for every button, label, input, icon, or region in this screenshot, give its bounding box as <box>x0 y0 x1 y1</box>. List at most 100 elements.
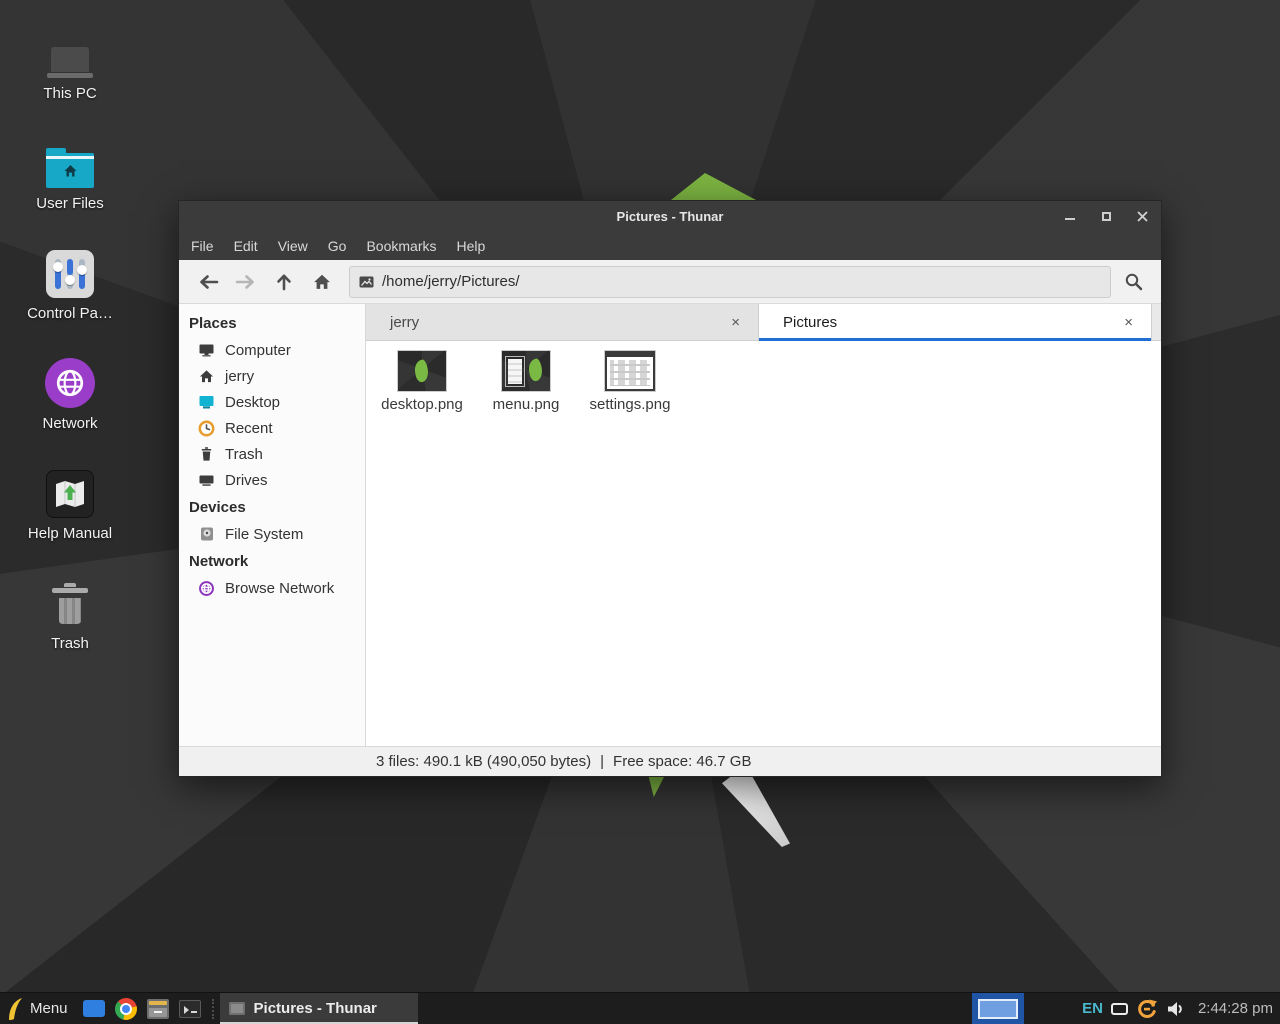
home-button[interactable] <box>303 265 341 299</box>
file-desktop-png[interactable]: desktop.png <box>374 351 470 413</box>
workspace-switcher[interactable] <box>972 993 1024 1024</box>
wallpaper-leaf-top <box>658 173 758 200</box>
desktop-icon-trash[interactable]: Trash <box>10 572 130 652</box>
sidebar-header-places: Places <box>179 309 365 337</box>
clock[interactable]: 2:44:28 pm <box>1198 1000 1273 1017</box>
slider-fill <box>67 259 73 275</box>
folder-shape <box>46 148 94 188</box>
archive-drawer <box>149 1008 167 1017</box>
menu-edit[interactable]: Edit <box>224 233 268 259</box>
menu-file[interactable]: File <box>181 233 224 259</box>
globe-glyph <box>54 367 86 399</box>
file-manager-icon <box>83 1000 105 1017</box>
forward-icon <box>235 274 257 290</box>
maximize-button[interactable] <box>1097 207 1115 225</box>
tab-close-icon[interactable]: × <box>1122 314 1135 331</box>
menu-view[interactable]: View <box>268 233 318 259</box>
minimize-button[interactable] <box>1061 207 1079 225</box>
close-icon <box>1137 211 1148 222</box>
volume-icon[interactable] <box>1166 1000 1186 1018</box>
close-button[interactable] <box>1133 207 1151 225</box>
chrome-launcher[interactable] <box>114 996 138 1022</box>
map-box <box>46 470 94 518</box>
menu-button[interactable]: Menu <box>30 1000 68 1017</box>
up-button[interactable] <box>265 265 303 299</box>
back-icon <box>197 274 219 290</box>
search-icon <box>1124 272 1143 291</box>
slider-track <box>67 259 73 289</box>
sidebar-item-recent[interactable]: Recent <box>179 415 365 441</box>
tab-close-icon[interactable]: × <box>729 314 742 331</box>
minimize-icon <box>1065 218 1075 220</box>
laptop-screen <box>51 47 89 72</box>
tab-jerry[interactable]: jerry × <box>366 304 759 341</box>
sidebar-header-devices: Devices <box>179 493 365 521</box>
search-button[interactable] <box>1115 265 1151 299</box>
tab-bar: jerry × Pictures × <box>366 304 1161 341</box>
display-icon[interactable] <box>1111 1003 1128 1015</box>
archive-launcher[interactable] <box>146 996 170 1022</box>
trash-can-icon <box>52 572 88 628</box>
titlebar[interactable]: Pictures - Thunar <box>179 201 1161 231</box>
laptop-icon <box>47 22 93 78</box>
toolbar: /home/jerry/Pictures/ <box>179 260 1161 304</box>
menu-thumbnail <box>502 351 550 391</box>
desktop-icon-label: User Files <box>36 195 104 212</box>
desktop-icon-label: Trash <box>51 635 89 652</box>
task-button-thunar[interactable]: Pictures - Thunar <box>220 993 418 1024</box>
sidebar-item-label: Desktop <box>225 394 280 411</box>
help-manual-icon <box>46 462 94 518</box>
window-controls <box>1061 201 1151 231</box>
desktop-icon-this-pc[interactable]: This PC <box>10 22 130 102</box>
system-tray: EN 2:44:28 pm <box>1082 998 1280 1020</box>
tab-pictures[interactable]: Pictures × <box>759 304 1152 341</box>
desktop-icon-help-manual[interactable]: Help Manual <box>10 462 130 542</box>
desktop-icon-network[interactable]: Network <box>10 352 130 432</box>
sidebar-item-label: Trash <box>225 446 263 463</box>
filesystem-icon <box>198 526 215 543</box>
workspace-1[interactable] <box>978 999 1018 1019</box>
archive-handle <box>154 1011 162 1013</box>
forward-button[interactable] <box>227 265 265 299</box>
home-glyph <box>62 163 79 179</box>
sidebar-item-jerry[interactable]: jerry <box>179 363 365 389</box>
sidebar-item-browse-network[interactable]: Browse Network <box>179 575 365 601</box>
file-settings-png[interactable]: settings.png <box>582 351 678 413</box>
desktop-icon-user-files[interactable]: User Files <box>10 132 130 212</box>
globe-circle <box>45 358 95 408</box>
menu-bookmarks[interactable]: Bookmarks <box>356 233 446 259</box>
sidebar: Places Computer jerry Desktop Recent Tra… <box>179 304 366 746</box>
update-icon[interactable] <box>1136 998 1158 1020</box>
sidebar-item-computer[interactable]: Computer <box>179 337 365 363</box>
sidebar-item-trash[interactable]: Trash <box>179 441 365 467</box>
terminal-launcher[interactable] <box>178 996 202 1022</box>
tab-label: jerry <box>390 314 729 331</box>
archive-folders <box>149 1001 167 1005</box>
slider-knob <box>65 275 75 285</box>
file-view[interactable]: desktop.png menu.png settings.png <box>366 341 1161 746</box>
path-text[interactable]: /home/jerry/Pictures/ <box>382 273 520 290</box>
thumbnail-menu-panel <box>505 356 525 387</box>
sidebar-item-file-system[interactable]: File System <box>179 521 365 547</box>
sidebar-item-label: Browse Network <box>225 580 334 597</box>
thunar-window-icon <box>229 1002 245 1015</box>
status-bar: 3 files: 490.1 kB (490,050 bytes) | Free… <box>179 746 1161 776</box>
sidebar-item-label: Computer <box>225 342 291 359</box>
sidebar-item-label: File System <box>225 526 303 543</box>
recent-clock-icon <box>198 420 215 437</box>
sidebar-header-network: Network <box>179 547 365 575</box>
terminal-prompt <box>184 1006 189 1014</box>
menu-help[interactable]: Help <box>447 233 496 259</box>
thumbnail-leaf <box>527 358 544 382</box>
back-button[interactable] <box>189 265 227 299</box>
keyboard-layout-indicator[interactable]: EN <box>1082 1000 1103 1017</box>
sidebar-item-drives[interactable]: Drives <box>179 467 365 493</box>
thumbnail-leaf <box>413 359 430 383</box>
file-menu-png[interactable]: menu.png <box>478 351 574 413</box>
map-glyph <box>53 479 87 509</box>
file-manager-launcher[interactable] <box>82 996 106 1022</box>
path-bar[interactable]: /home/jerry/Pictures/ <box>349 266 1111 298</box>
sidebar-item-desktop[interactable]: Desktop <box>179 389 365 415</box>
menu-go[interactable]: Go <box>318 233 357 259</box>
desktop-icon-control-panel[interactable]: Control Pa… <box>10 242 130 322</box>
